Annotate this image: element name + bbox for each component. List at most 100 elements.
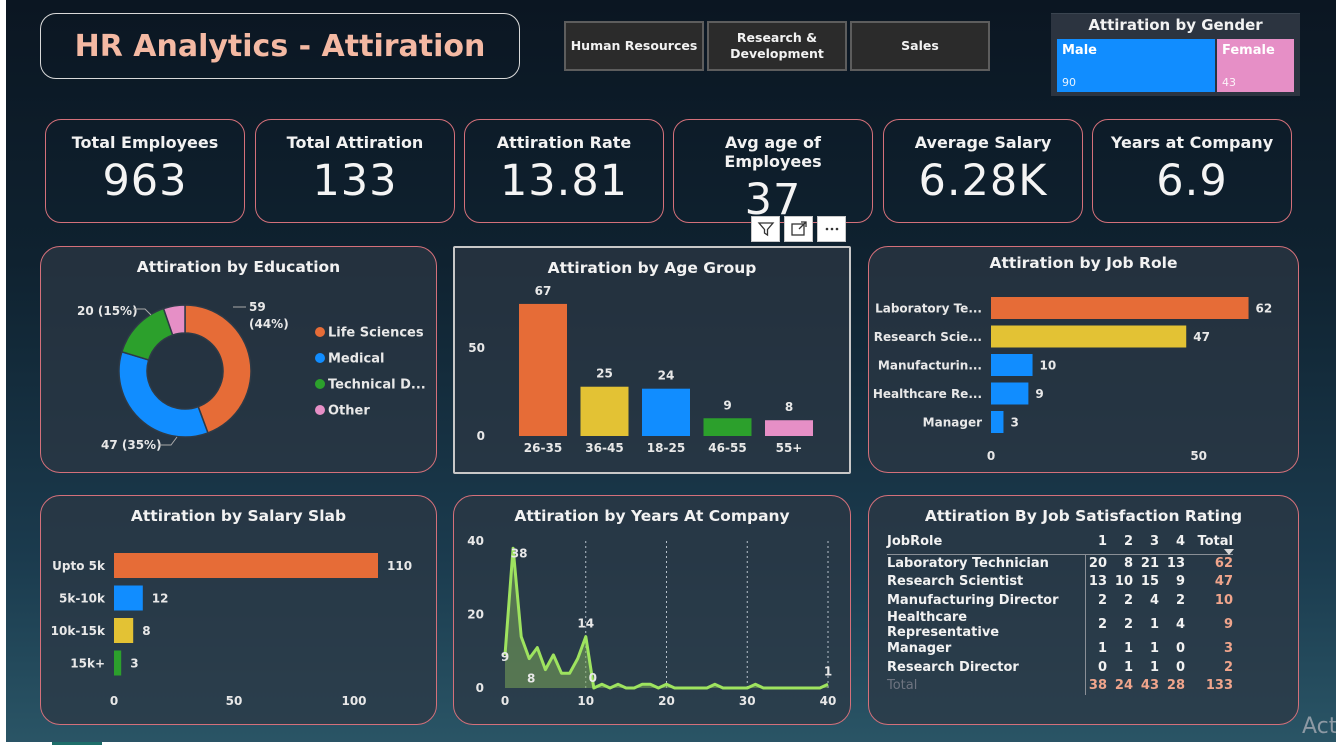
data-label: 20 (15%)	[77, 304, 138, 318]
legend-label: Medical	[328, 352, 384, 367]
data-label: 14	[577, 617, 594, 631]
table-row: Healthcare Representative 2 2 1 4 9	[887, 609, 1233, 640]
table-cell: 13	[1088, 574, 1107, 590]
data-label: 9	[1035, 387, 1043, 401]
data-label: 8	[142, 624, 150, 638]
page-title: HR Analytics - Attiration	[74, 28, 486, 64]
bar	[991, 411, 1004, 433]
age-group-chart-panel: Attiration by Age Group 50 0 67 26-35 25 36-4…	[453, 246, 851, 474]
data-label: (44%)	[249, 317, 289, 331]
data-label: 38	[511, 546, 528, 560]
data-label: 8	[527, 672, 535, 686]
years-at-company-chart-panel: Attiration by Years At Company 0 20 40 0 10 2…	[453, 495, 851, 725]
kpi-label: Total Attiration	[286, 133, 424, 152]
table-cell: 4	[1175, 617, 1185, 632]
kpi-value: 6.28K	[918, 156, 1048, 206]
table-cell: 3	[1223, 641, 1233, 657]
data-label: 10	[1040, 359, 1057, 373]
x-tick-label: 18-25	[647, 441, 685, 455]
kpi-value: 13.81	[499, 156, 629, 206]
department-button-sales[interactable]: Sales	[850, 21, 990, 71]
legend-label: Life Sciences	[328, 326, 424, 341]
column-header[interactable]: 3	[1133, 532, 1159, 554]
table-cell: 0	[1175, 659, 1185, 675]
education-donut-chart: 59 (44%) 47 (35%) 20 (15%) Life Sciences Medi…	[77, 300, 426, 452]
gender-tile-female[interactable]: Female 43	[1217, 39, 1294, 92]
table-cell: 28	[1166, 678, 1185, 694]
y-tick-label: 0	[476, 681, 484, 695]
data-label: 59	[249, 300, 266, 314]
table-cell: 10	[1114, 574, 1133, 590]
data-label: 9	[501, 650, 509, 664]
kpi-label: Years at Company	[1110, 133, 1274, 152]
table-cell: 133	[1205, 678, 1233, 694]
years-at-company-area-chart: 0 20 40 0 10 20 30 40 9 38 8 14 0 1	[467, 534, 836, 708]
windows-activation-watermark: Act	[1302, 714, 1336, 739]
kpi-card-attiration-rate: Attiration Rate 13.81	[464, 119, 664, 223]
data-label: 1	[824, 664, 832, 678]
x-tick-label: 0	[987, 449, 995, 463]
row-label: Laboratory Technician	[887, 554, 1086, 573]
bar	[991, 354, 1033, 376]
x-tick-label: 50	[226, 694, 243, 708]
table-row: Laboratory Technician 20 8 21 13 62	[887, 554, 1233, 573]
department-button-research-development[interactable]: Research & Development	[707, 21, 847, 71]
salary-slab-bar-chart: 110 Upto 5k 12 5k-10k 8 10k-15k 3 15k+ 0 50 100	[51, 553, 412, 708]
department-button-human-resources[interactable]: Human Resources	[564, 21, 704, 71]
row-label: Healthcare Representative	[887, 609, 1086, 640]
kpi-card-avg-age: Avg age of Employees 37	[673, 119, 873, 225]
y-tick-label: Upto 5k	[52, 559, 106, 573]
table-cell: 0	[1175, 641, 1185, 657]
bar	[991, 297, 1249, 319]
y-tick-label: Manager	[923, 416, 982, 430]
bar	[580, 386, 629, 436]
kpi-label: Attiration Rate	[496, 133, 632, 152]
age-group-bar-chart: 50 0 67 26-35 25 36-45 24 18-25 9 46-55 8 55+	[468, 284, 813, 455]
data-label: 12	[152, 592, 169, 606]
bar	[114, 650, 122, 676]
gender-tile-male[interactable]: Male 90	[1057, 39, 1215, 92]
x-tick-label: 20	[658, 694, 675, 708]
table-row: Research Director 0 1 1 0 2	[887, 658, 1233, 677]
column-header[interactable]: 1	[1085, 532, 1107, 554]
legend-label: Technical D...	[328, 378, 426, 393]
table-row: Research Scientist 13 10 15 9 47	[887, 572, 1233, 591]
bar	[114, 553, 378, 578]
y-tick-label: 10k-15k	[51, 624, 106, 638]
more-options-icon[interactable]	[817, 216, 846, 242]
table-cell: 20	[1088, 556, 1107, 571]
table-cell: 9	[1175, 574, 1185, 590]
column-header[interactable]: 2	[1107, 532, 1133, 554]
table-row: Manager 1 1 1 0 3	[887, 639, 1233, 658]
data-label: 24	[658, 369, 675, 383]
education-chart-panel: Attiration by Education 59 (44%) 47 (35%) 2…	[40, 246, 437, 473]
table-cell: 2	[1123, 592, 1133, 608]
chart-title: Attiration By Job Satisfaction Rating	[924, 507, 1243, 525]
data-label: 8	[785, 400, 793, 414]
sort-descending-icon[interactable]	[1223, 548, 1235, 556]
left-edge	[0, 0, 6, 745]
table-cell: 21	[1140, 556, 1159, 571]
column-header[interactable]: 4	[1159, 532, 1185, 554]
filter-icon[interactable]	[751, 216, 780, 242]
column-header[interactable]: JobRole	[887, 532, 1085, 554]
table-cell: 2	[1223, 659, 1233, 675]
y-tick-label: 15k+	[70, 657, 105, 671]
table-row: Manufacturing Director 2 2 4 2 10	[887, 591, 1233, 610]
table-cell: 2	[1097, 592, 1107, 608]
data-label: 25	[596, 367, 613, 381]
table-cell: 4	[1149, 592, 1159, 608]
data-label: 9	[723, 398, 731, 412]
data-label: 3	[1010, 416, 1018, 430]
table-cell: 1	[1149, 659, 1159, 675]
data-label: 3	[130, 657, 138, 671]
focus-mode-icon[interactable]	[784, 216, 813, 242]
table-total-row: Total 38 24 43 28 133	[887, 676, 1233, 695]
data-label: 67	[535, 284, 552, 298]
kpi-label: Average Salary	[914, 133, 1052, 152]
table-cell: 2	[1175, 592, 1185, 608]
bar	[519, 303, 567, 436]
y-tick-label: 50	[468, 341, 485, 355]
table-cell: 38	[1088, 678, 1107, 694]
table-cell: 9	[1223, 617, 1233, 632]
